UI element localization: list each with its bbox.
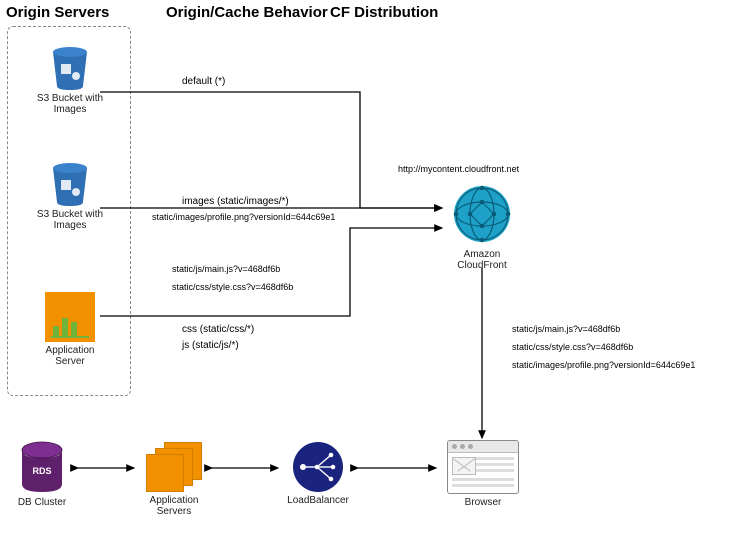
s3-bucket-images-b: S3 Bucket with Images (34, 160, 106, 231)
app-servers-label: Application Servers (138, 495, 210, 517)
s3-b-label: S3 Bucket with Images (34, 209, 106, 231)
cloudfront-node: Amazon CloudFront (430, 182, 534, 271)
edge-js-example: static/js/main.js?v=468df6b (172, 264, 280, 274)
edge-cloudfront-url: http://mycontent.cloudfront.net (398, 164, 519, 174)
bucket-icon (47, 44, 93, 90)
edge-download-img: static/images/profile.png?versionId=644c… (512, 360, 695, 370)
edge-default-behavior: default (*) (182, 76, 225, 87)
rds-cluster: RDS DB Cluster (8, 440, 76, 508)
bucket-icon (47, 160, 93, 206)
edge-css-example: static/css/style.css?v=468df6b (172, 282, 293, 292)
header-cf-distribution: CF Distribution (330, 4, 438, 21)
edge-images-example: static/images/profile.png?versionId=644c… (152, 212, 335, 222)
edge-download-js: static/js/main.js?v=468df6b (512, 324, 620, 334)
header-origin-servers: Origin Servers (6, 4, 109, 21)
application-server-origin: Application Server (34, 292, 106, 367)
load-balancer-icon (293, 442, 343, 492)
rds-label: DB Cluster (8, 497, 76, 508)
application-servers: Application Servers (138, 442, 210, 517)
header-origin-cache-behavior: Origin/Cache Behavior (166, 4, 328, 21)
cloudfront-label: Amazon CloudFront (430, 249, 534, 271)
app-servers-icon (146, 442, 202, 492)
s3-a-label: S3 Bucket with Images (34, 93, 106, 115)
edge-images-behavior: images (static/images/*) (182, 196, 289, 207)
load-balancer-label: LoadBalancer (280, 495, 356, 506)
edge-download-css: static/css/style.css?v=468df6b (512, 342, 633, 352)
rds-icon: RDS (17, 440, 67, 494)
browser: Browser (438, 440, 528, 508)
s3-bucket-images-a: S3 Bucket with Images (34, 44, 106, 115)
rds-text: RDS (17, 466, 67, 476)
load-balancer: LoadBalancer (280, 442, 356, 506)
cloudfront-icon (450, 182, 514, 246)
browser-icon (447, 440, 519, 494)
app-server-label: Application Server (34, 345, 106, 367)
app-server-icon (45, 292, 95, 342)
browser-label: Browser (438, 497, 528, 508)
edge-js-behavior: js (static/js/*) (182, 340, 239, 351)
edge-css-behavior: css (static/css/*) (182, 324, 254, 335)
